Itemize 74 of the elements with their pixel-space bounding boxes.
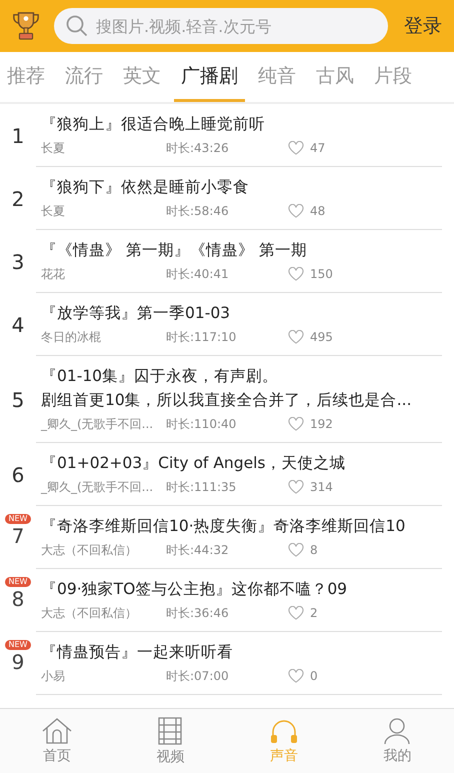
nav-tab[interactable]: 视频	[114, 709, 227, 773]
heart-icon[interactable]	[288, 267, 304, 281]
category-tab[interactable]: 古风	[309, 52, 361, 102]
track-title[interactable]: 『奇洛李维斯回信10·热度失衡』奇洛李维斯回信10	[41, 514, 442, 538]
heart-icon[interactable]	[288, 204, 304, 218]
like-count: 0	[310, 669, 318, 683]
like-count: 47	[310, 141, 326, 155]
like-count: 8	[310, 543, 318, 557]
duration-text: 时长:117:10	[166, 328, 238, 346]
author-name[interactable]: 花花	[41, 266, 166, 282]
login-button[interactable]: 登录	[402, 9, 444, 43]
new-badge: NEW	[4, 514, 32, 524]
like-count: 48	[310, 204, 326, 218]
new-badge: NEW	[4, 640, 32, 650]
heart-icon[interactable]	[288, 669, 304, 683]
rank-number: 8	[12, 587, 24, 611]
film-icon	[157, 716, 184, 746]
heart-icon[interactable]	[288, 606, 304, 620]
duration-text: 时长:44:32	[166, 542, 230, 558]
track-title[interactable]: 『01+02+03』City of Angels，天使之城	[41, 451, 442, 475]
category-tab[interactable]: 片段	[367, 52, 419, 102]
duration-text: 时长:110:40	[166, 416, 238, 432]
rank-number: 7	[12, 524, 24, 548]
rank-number: 2	[12, 186, 24, 210]
duration-text: 时长:43:26	[166, 140, 230, 156]
track-title[interactable]: 『狼狗上』很适合晚上睡觉前听	[41, 112, 442, 136]
category-tab[interactable]: 纯音	[251, 52, 303, 102]
author-name[interactable]: 长夏	[41, 202, 166, 220]
like-count: 150	[310, 267, 333, 281]
author-name[interactable]: 大志（不回私信）	[41, 542, 166, 558]
heart-icon[interactable]	[288, 543, 304, 557]
rank-number: 3	[12, 250, 24, 274]
rank-number: 6	[12, 462, 24, 486]
category-tab[interactable]: 流行	[58, 52, 110, 102]
rank-number: 1	[12, 124, 24, 148]
duration-text: 时长:111:35	[166, 478, 238, 496]
author-name[interactable]: _卿久_(无歌手不回...	[41, 478, 166, 496]
track-title[interactable]: 『情蛊预告』一起来听听看	[41, 640, 442, 664]
trophy-icon[interactable]	[12, 10, 40, 42]
author-name[interactable]: 冬日的冰棍	[41, 328, 166, 346]
rank-number: 5	[12, 388, 24, 412]
track-title[interactable]: 『09·独家TO签与公主抱』这你都不嗑？09	[41, 577, 442, 601]
category-tab[interactable]: 广播剧	[174, 52, 245, 102]
author-name[interactable]: _卿久_(无歌手不回...	[41, 416, 166, 432]
duration-text: 时长:36:46	[166, 604, 230, 622]
author-name[interactable]: 长夏	[41, 140, 166, 156]
heart-icon[interactable]	[288, 417, 304, 431]
duration-text: 时长:58:46	[166, 202, 230, 220]
author-name[interactable]: 小易	[41, 668, 166, 684]
author-name[interactable]: 大志（不回私信）	[41, 604, 166, 622]
track-title[interactable]: 『《情蛊》 第一期』《情蛊》 第一期	[41, 238, 442, 262]
home-icon	[40, 717, 73, 745]
heart-icon[interactable]	[288, 330, 304, 344]
like-count: 2	[310, 606, 318, 620]
nav-tab[interactable]: 首页	[0, 709, 114, 773]
rank-number: 4	[12, 312, 24, 336]
category-tab[interactable]: 推荐	[0, 52, 52, 102]
duration-text: 时长:07:00	[166, 668, 230, 684]
person-icon	[382, 717, 412, 745]
like-count: 192	[310, 417, 333, 431]
nav-tab[interactable]: 我的	[340, 709, 454, 773]
nav-tab[interactable]: 声音	[227, 709, 340, 773]
rank-number: 9	[12, 650, 24, 674]
heart-icon[interactable]	[288, 480, 304, 494]
heart-icon[interactable]	[288, 141, 304, 155]
track-title[interactable]: 『01-10集』囚于永夜，有声剧。 剧组首更10集，所以我直接全合并了，后续也是合...	[41, 364, 442, 412]
like-count: 495	[310, 330, 333, 344]
new-badge: NEW	[4, 577, 32, 587]
track-title[interactable]: 『狼狗下』依然是睡前小零食	[41, 175, 442, 199]
like-count: 314	[310, 480, 333, 494]
track-title[interactable]: 『放学等我』第一季01-03	[41, 301, 442, 325]
search-field[interactable]: 搜图片.视频.轻音.次元号	[54, 8, 388, 44]
category-tab[interactable]: 英文	[116, 52, 168, 102]
duration-text: 时长:40:41	[166, 266, 230, 282]
